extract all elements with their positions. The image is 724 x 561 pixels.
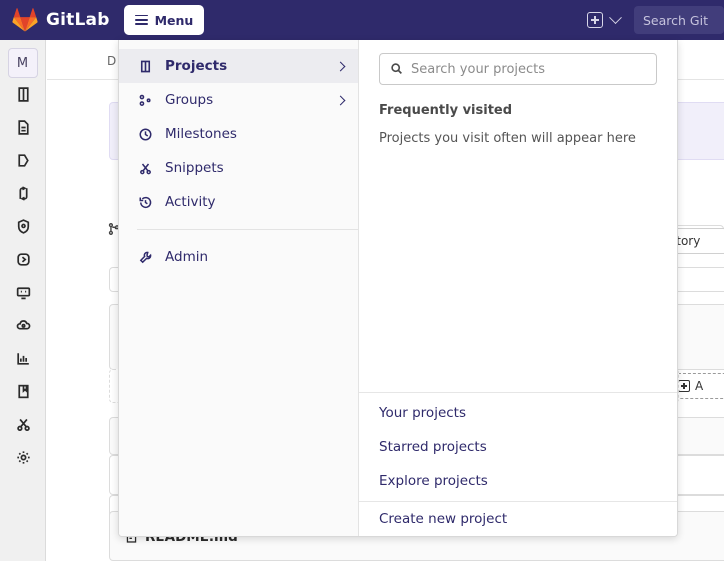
menu-button-label: Menu: [154, 12, 194, 28]
menu-item-groups-label: Groups: [165, 92, 214, 108]
menu-item-milestones-label: Milestones: [165, 126, 237, 142]
link-explore-projects[interactable]: Explore projects: [379, 464, 657, 498]
frequently-visited-title: Frequently visited: [379, 103, 513, 118]
chevron-right-icon: [335, 95, 346, 105]
sidebar-item-security[interactable]: [0, 210, 46, 243]
link-create-new-project[interactable]: Create new project: [379, 502, 657, 536]
project-links-group: Your projects Starred projects Explore p…: [359, 392, 677, 536]
sidebar-item-settings[interactable]: [0, 441, 46, 474]
sidebar-item-project[interactable]: [0, 78, 46, 111]
chevron-right-icon: [335, 61, 346, 71]
menu-item-snippets[interactable]: Snippets: [119, 151, 358, 185]
projects-icon: [137, 59, 154, 74]
sidebar-item-analytics[interactable]: [0, 342, 46, 375]
menu-item-projects[interactable]: Projects: [119, 49, 358, 83]
plus-square-icon: [678, 380, 690, 392]
sidebar-item-repository[interactable]: [0, 111, 46, 144]
menu-item-milestones[interactable]: Milestones: [119, 117, 358, 151]
menu-dropdown-left-column: Projects Groups Milestones Snippets Acti…: [119, 40, 359, 536]
hamburger-icon: [134, 14, 148, 26]
menu-dropdown-right-column: Search your projects Frequently visited …: [359, 40, 677, 536]
menu-button[interactable]: Menu: [123, 5, 205, 35]
plus-square-icon[interactable]: [587, 12, 603, 28]
project-sidebar-rail: M: [0, 40, 46, 561]
top-navigation-bar: GitLab Menu Search Git: [0, 0, 724, 40]
search-input-placeholder: Search Git: [643, 12, 708, 28]
frequently-visited-empty-text: Projects you visit often will appear her…: [379, 131, 636, 146]
chevron-down-icon[interactable]: [609, 10, 622, 24]
menu-item-snippets-label: Snippets: [165, 160, 224, 176]
sidebar-item-merge-requests[interactable]: [0, 177, 46, 210]
menu-item-groups[interactable]: Groups: [119, 83, 358, 117]
menu-divider: [137, 229, 358, 230]
menu-item-activity[interactable]: Activity: [119, 185, 358, 219]
sidebar-item-monitor[interactable]: [0, 276, 46, 309]
menu-item-activity-label: Activity: [165, 194, 216, 210]
project-search-placeholder: Search your projects: [411, 61, 546, 77]
main-menu-dropdown: Projects Groups Milestones Snippets Acti…: [118, 40, 678, 537]
link-starred-projects[interactable]: Starred projects: [379, 430, 657, 464]
search-icon: [390, 60, 403, 79]
history-icon: [137, 195, 154, 210]
sidebar-item-deployments[interactable]: [0, 243, 46, 276]
sidebar-item-snippets[interactable]: [0, 408, 46, 441]
topbar-right-group: Search Git: [587, 0, 724, 40]
sidebar-item-wiki[interactable]: [0, 375, 46, 408]
scissors-icon: [137, 161, 154, 176]
menu-item-projects-label: Projects: [165, 58, 228, 74]
link-your-projects[interactable]: Your projects: [379, 396, 657, 430]
sidebar-item-infrastructure[interactable]: [0, 309, 46, 342]
avatar[interactable]: M: [7, 48, 38, 78]
project-search-input[interactable]: Search your projects: [379, 53, 657, 85]
groups-icon: [137, 93, 154, 108]
breadcrumb: D: [107, 54, 117, 68]
menu-item-admin[interactable]: Admin: [119, 240, 358, 274]
menu-item-admin-label: Admin: [165, 249, 209, 265]
brand-name: GitLab: [46, 10, 110, 30]
wrench-icon: [137, 250, 154, 265]
sidebar-item-issues[interactable]: [0, 144, 46, 177]
gitlab-tanuki-icon[interactable]: [12, 7, 38, 33]
search-input[interactable]: Search Git: [634, 6, 724, 34]
clock-icon: [137, 127, 154, 142]
add-button-label: A: [695, 379, 704, 393]
